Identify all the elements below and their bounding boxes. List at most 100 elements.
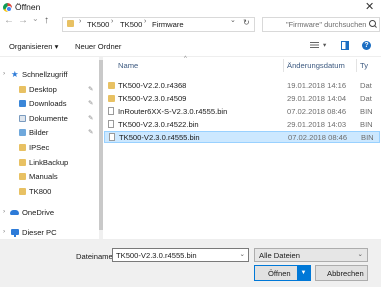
sidebar-item-label: TK800 <box>29 187 52 196</box>
folder-icon <box>67 20 74 27</box>
download-folder-icon <box>19 100 26 107</box>
column-separator[interactable] <box>283 59 284 72</box>
file-date: 07.02.2018 08:46 <box>288 133 348 142</box>
star-icon: ★ <box>11 69 19 79</box>
file-type: Dat <box>360 94 372 103</box>
folder-icon <box>19 86 26 93</box>
filetype-select[interactable]: Alle Dateien ⌄ <box>254 248 368 262</box>
sidebar-item-pictures[interactable]: Bilder ✎ <box>0 127 98 140</box>
view-dropdown-icon[interactable]: ▾ <box>323 41 326 49</box>
file-type: BIN <box>361 133 374 142</box>
pin-icon[interactable]: ✎ <box>88 85 93 93</box>
cancel-button[interactable]: Abbrechen <box>315 265 368 281</box>
sidebar-item-label: OneDrive <box>22 208 55 217</box>
sidebar-item-quick-access[interactable]: › ★ Schnellzugriff <box>0 69 98 82</box>
back-arrow-icon[interactable]: ← <box>4 15 14 26</box>
sidebar-item-ipsec[interactable]: IPSec <box>0 142 98 155</box>
file-name: TK500-V2.3.0.r4522.bin <box>118 120 199 129</box>
sidebar-item-linkbackup[interactable]: LinkBackup <box>0 157 98 170</box>
expander-icon[interactable]: › <box>3 208 5 215</box>
chevron-right-icon[interactable]: › <box>144 18 146 25</box>
sidebar-item-label: Schnellzugriff <box>22 70 68 79</box>
address-history-icon[interactable]: ⌄ <box>230 16 236 24</box>
sidebar-item-manuals[interactable]: Manuals <box>0 171 98 184</box>
organize-button[interactable]: Organisieren ▾ <box>9 42 58 51</box>
breadcrumb-item[interactable]: Firmware <box>152 20 184 29</box>
search-placeholder: "Firmware" durchsuchen <box>286 20 367 29</box>
chevron-down-icon[interactable]: ⌄ <box>358 250 363 258</box>
recent-locations-icon[interactable]: ⌄ <box>32 14 39 23</box>
chevron-right-icon[interactable]: › <box>111 18 113 25</box>
sidebar-item-desktop[interactable]: Desktop ✎ <box>0 84 98 97</box>
sort-indicator-icon: ^ <box>184 56 187 62</box>
file-icon <box>108 107 114 115</box>
up-arrow-icon[interactable]: ↑ <box>44 15 49 26</box>
computer-icon <box>11 229 19 237</box>
sidebar-item-tk800[interactable]: TK800 <box>0 186 98 199</box>
cloud-icon <box>10 210 19 215</box>
file-icon <box>108 120 114 128</box>
chevron-right-icon[interactable]: › <box>79 18 81 25</box>
sidebar-item-label: IPSec <box>29 143 50 152</box>
file-row[interactable]: InRouter6XX-S-V2.3.0.r4555.bin 07.02.201… <box>104 106 380 118</box>
view-options-icon[interactable] <box>310 42 319 49</box>
breadcrumb-item[interactable]: TK500 <box>87 20 109 29</box>
file-name: TK500-V2.2.0.r4368 <box>118 81 187 90</box>
column-header-type[interactable]: Ty <box>360 61 368 70</box>
file-type: Dat <box>360 81 372 90</box>
open-dropdown-icon[interactable]: ▼ <box>297 266 310 280</box>
file-name: TK500-V2.3.0.r4509 <box>118 94 187 103</box>
filename-value: TK500-V2.3.0.r4555.bin <box>116 251 197 260</box>
forward-arrow-icon[interactable]: → <box>18 15 28 26</box>
file-date: 29.01.2018 14:03 <box>287 120 347 129</box>
pin-icon[interactable]: ✎ <box>88 128 93 136</box>
file-date: 19.01.2018 14:16 <box>287 81 347 90</box>
file-row-selected[interactable]: TK500-V2.3.0.r4555.bin 07.02.2018 08:46 … <box>104 131 380 143</box>
sidebar-item-label: LinkBackup <box>29 158 69 167</box>
column-header-date[interactable]: Änderungsdatum <box>287 61 345 70</box>
filetype-value: Alle Dateien <box>259 251 300 260</box>
file-row[interactable]: TK500-V2.2.0.r4368 19.01.2018 14:16 Dat <box>104 80 380 92</box>
file-date: 07.02.2018 08:46 <box>287 107 347 116</box>
title-bar <box>0 0 381 15</box>
expander-icon[interactable]: › <box>3 228 5 235</box>
pin-icon[interactable]: ✎ <box>88 99 93 107</box>
file-name: InRouter6XX-S-V2.3.0.r4555.bin <box>118 107 228 116</box>
preview-pane-icon[interactable] <box>341 41 349 50</box>
new-folder-button[interactable]: Neuer Ordner <box>75 42 121 51</box>
filename-label: Dateiname: <box>76 252 115 261</box>
folder-icon <box>19 173 26 180</box>
folder-icon <box>19 188 26 195</box>
filename-input[interactable]: TK500-V2.3.0.r4555.bin ⌄ <box>112 248 249 262</box>
file-row[interactable]: TK500-V2.3.0.r4522.bin 29.01.2018 14:03 … <box>104 119 380 131</box>
sidebar-item-documents[interactable]: Dokumente ✎ <box>0 113 98 126</box>
file-type: BIN <box>360 120 373 129</box>
open-button-label: Öffnen <box>268 269 291 278</box>
sidebar-item-label: Dieser PC <box>22 228 57 237</box>
pin-icon[interactable]: ✎ <box>88 114 93 122</box>
close-icon[interactable]: ✕ <box>365 0 374 13</box>
file-row[interactable]: TK500-V2.3.0.r4509 29.01.2018 14:04 Dat <box>104 93 380 105</box>
divider <box>0 56 381 57</box>
column-separator[interactable] <box>356 59 357 72</box>
file-date: 29.01.2018 14:04 <box>287 94 347 103</box>
help-icon[interactable]: ? <box>362 41 371 50</box>
sidebar-item-onedrive[interactable]: › OneDrive <box>0 207 98 220</box>
breadcrumb-item[interactable]: TK500 <box>120 20 142 29</box>
sidebar-item-label: Bilder <box>29 128 49 137</box>
refresh-icon[interactable]: ↻ <box>243 18 250 27</box>
sidebar-item-downloads[interactable]: Downloads ✎ <box>0 98 98 111</box>
sidebar-item-label: Dokumente <box>29 114 68 123</box>
column-header-name[interactable]: Name <box>118 61 138 70</box>
chevron-down-icon[interactable]: ⌄ <box>240 250 245 258</box>
expander-icon[interactable]: › <box>3 70 5 77</box>
file-icon <box>109 133 115 141</box>
documents-icon <box>19 115 26 122</box>
folder-icon <box>19 159 26 166</box>
sidebar-scrollbar-thumb[interactable] <box>99 60 103 230</box>
window-title: Öffnen <box>15 2 41 12</box>
search-icon[interactable] <box>369 20 376 27</box>
cancel-button-label: Abbrechen <box>327 269 364 278</box>
pictures-icon <box>19 129 26 136</box>
sidebar-item-label: Manuals <box>29 172 58 181</box>
